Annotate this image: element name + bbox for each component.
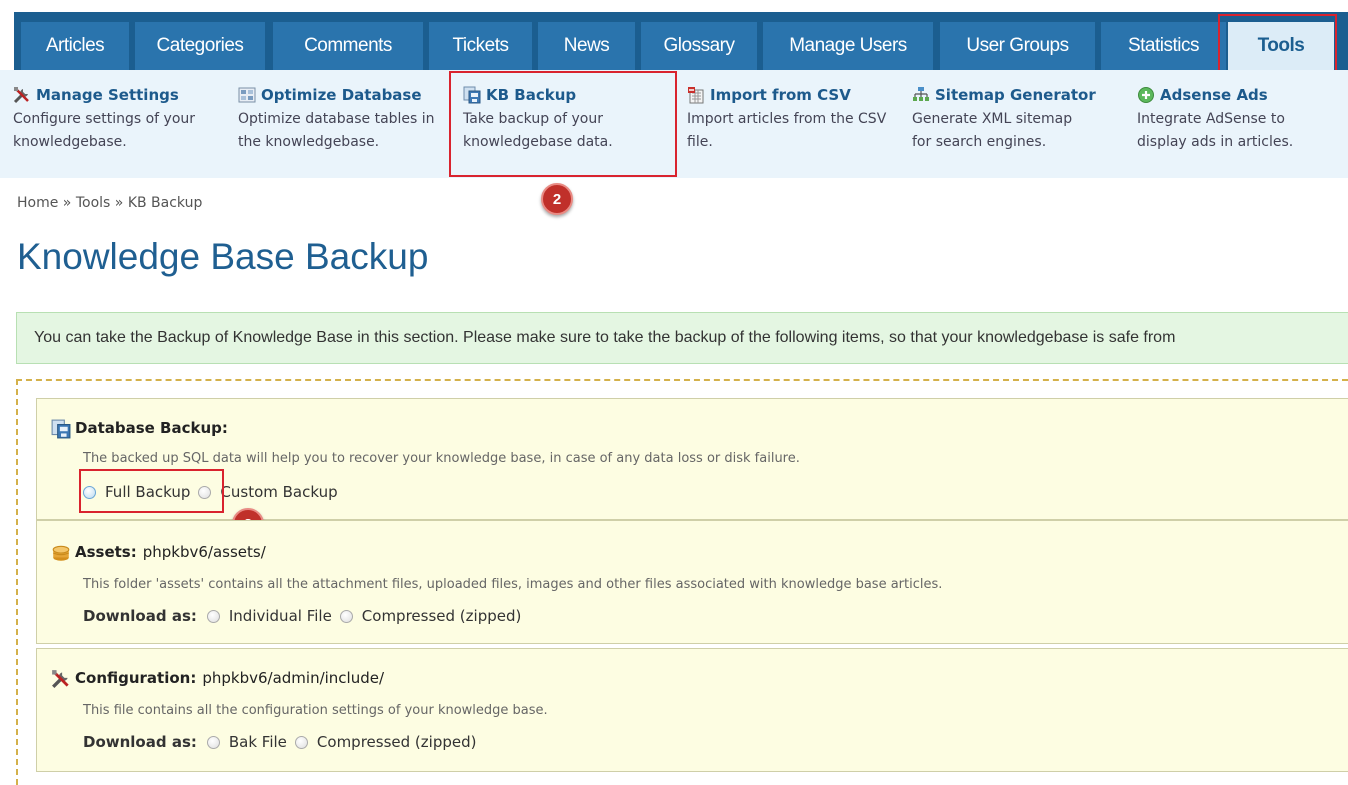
tab-manage-users[interactable]: Manage Users xyxy=(763,22,933,70)
section-desc: This folder 'assets' contains all the at… xyxy=(83,577,943,592)
tool-desc: Configure settings of your knowledgebase… xyxy=(13,111,196,150)
breadcrumb-separator: » xyxy=(114,195,124,211)
download-label: Download as: xyxy=(83,607,197,625)
tab-user-groups[interactable]: User Groups xyxy=(940,22,1095,70)
callout-badge-2: 2 xyxy=(541,183,573,215)
option-label: Bak File xyxy=(228,733,287,751)
callout-box-full-backup xyxy=(79,469,224,513)
tool-desc: Import articles from the CSV file. xyxy=(687,111,887,150)
bak-file-radio[interactable] xyxy=(206,735,220,749)
tab-statistics[interactable]: Statistics xyxy=(1101,22,1226,70)
tool-title: Sitemap Generator xyxy=(935,86,1096,104)
tool-import-csv[interactable]: Import from CSV Import articles from the… xyxy=(687,86,887,154)
bak-file-option[interactable]: Bak File xyxy=(206,733,287,751)
breadcrumb-separator: » xyxy=(62,195,72,211)
tab-news[interactable]: News xyxy=(538,22,635,70)
tool-manage-settings[interactable]: Manage Settings Configure settings of yo… xyxy=(13,86,213,154)
info-notice: You can take the Backup of Knowledge Bas… xyxy=(16,312,1348,364)
section-desc: This file contains all the configuration… xyxy=(83,703,548,718)
tools-icon xyxy=(13,86,31,104)
option-label: Individual File xyxy=(228,607,332,625)
option-label: Compressed (zipped) xyxy=(361,607,522,625)
compressed-radio[interactable] xyxy=(294,735,308,749)
download-label: Download as: xyxy=(83,733,197,751)
compressed-option[interactable]: Compressed (zipped) xyxy=(339,607,522,625)
section-assets: Assets: phpkbv6/assets/ This folder 'ass… xyxy=(36,520,1348,644)
tool-title: Import from CSV xyxy=(710,86,851,104)
tab-comments[interactable]: Comments xyxy=(273,22,423,70)
tool-desc: Optimize database tables in the knowledg… xyxy=(238,111,435,150)
compressed-radio[interactable] xyxy=(339,609,353,623)
backup-icon xyxy=(51,419,71,439)
individual-file-option[interactable]: Individual File xyxy=(206,607,332,625)
tool-title: Optimize Database xyxy=(261,86,422,104)
callout-box-tools xyxy=(1218,14,1337,78)
section-path: phpkbv6/admin/include/ xyxy=(202,669,385,687)
section-title: Assets: xyxy=(75,543,137,561)
section-path: phpkbv6/assets/ xyxy=(142,543,266,561)
tab-glossary[interactable]: Glossary xyxy=(641,22,757,70)
tab-articles[interactable]: Articles xyxy=(21,22,129,70)
tab-tickets[interactable]: Tickets xyxy=(429,22,532,70)
sitemap-icon xyxy=(912,86,930,104)
tab-categories[interactable]: Categories xyxy=(135,22,265,70)
tool-optimize-database[interactable]: Optimize Database Optimize database tabl… xyxy=(238,86,448,154)
section-title: Database Backup: xyxy=(75,419,228,437)
breadcrumb-home[interactable]: Home xyxy=(17,195,58,211)
tools-icon xyxy=(51,669,69,688)
plus-circle-icon xyxy=(1137,86,1155,104)
download-options: Download as: Bak File Compressed (zipped… xyxy=(83,733,484,751)
option-label: Compressed (zipped) xyxy=(316,733,477,751)
option-label: Custom Backup xyxy=(220,483,338,501)
callout-box-kb-backup xyxy=(449,71,677,177)
coins-icon xyxy=(51,543,70,561)
breadcrumb: Home » Tools » KB Backup xyxy=(17,195,202,211)
section-title: Configuration: xyxy=(75,669,197,687)
section-header: Database Backup: xyxy=(51,419,228,439)
tool-title: Manage Settings xyxy=(36,86,179,104)
tool-title: Adsense Ads xyxy=(1160,86,1268,104)
compressed-option[interactable]: Compressed (zipped) xyxy=(294,733,477,751)
page-title: Knowledge Base Backup xyxy=(17,236,429,277)
breadcrumb-current: KB Backup xyxy=(127,195,203,211)
download-options: Download as: Individual File Compressed … xyxy=(83,607,529,625)
section-database-backup: Database Backup: The backed up SQL data … xyxy=(36,398,1348,520)
notice-text: You can take the Backup of Knowledge Bas… xyxy=(34,329,1176,346)
tool-desc: Integrate AdSense to display ads in arti… xyxy=(1137,111,1294,150)
database-icon xyxy=(238,86,256,104)
import-icon xyxy=(687,86,705,104)
section-configuration: Configuration: phpkbv6/admin/include/ Th… xyxy=(36,648,1348,772)
tool-desc: Generate XML sitemap for search engines. xyxy=(912,111,1073,150)
breadcrumb-tools[interactable]: Tools xyxy=(76,195,111,211)
tool-sitemap-generator[interactable]: Sitemap Generator Generate XML sitemap f… xyxy=(912,86,1096,154)
individual-file-radio[interactable] xyxy=(206,609,220,623)
section-desc: The backed up SQL data will help you to … xyxy=(83,451,800,466)
section-header: Assets: phpkbv6/assets/ xyxy=(51,543,266,561)
section-header: Configuration: phpkbv6/admin/include/ xyxy=(51,669,385,688)
tool-adsense-ads[interactable]: Adsense Ads Integrate AdSense to display… xyxy=(1137,86,1322,154)
